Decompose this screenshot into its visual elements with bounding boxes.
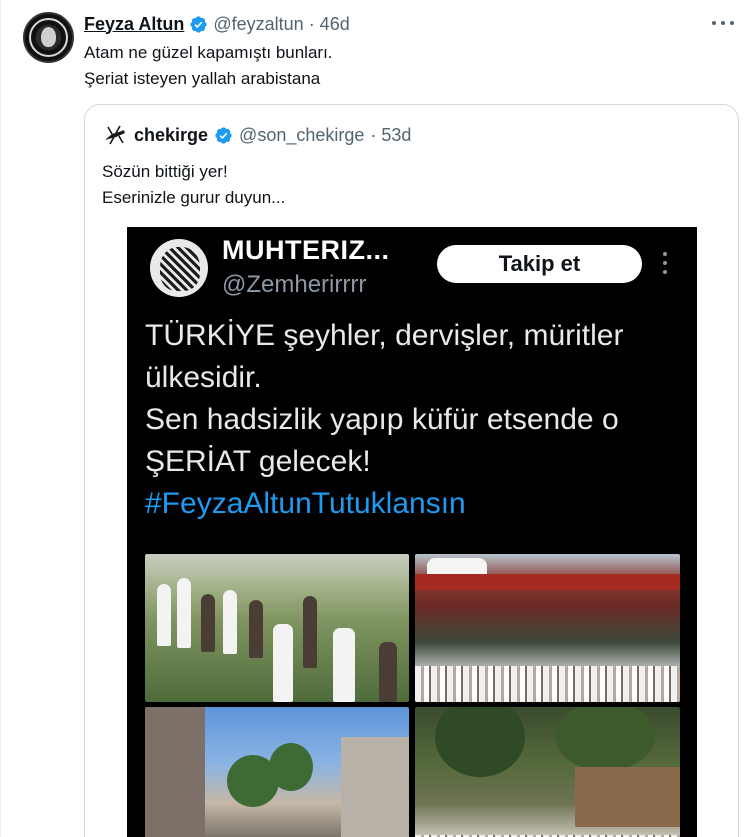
follow-button: Takip et: [437, 245, 642, 283]
embedded-avatar: [150, 239, 208, 297]
author-avatar[interactable]: [23, 12, 74, 63]
robed-figure: [303, 596, 317, 668]
tree: [435, 707, 525, 777]
more-options-icon: [663, 252, 667, 274]
quoted-tweet-header: chekirge @son_chekirge · 53d: [102, 122, 411, 148]
building: [341, 737, 409, 837]
more-dot: [721, 21, 725, 25]
more-dot: [663, 261, 667, 265]
embedded-tweet-screenshot[interactable]: MUHTERIZ... @Zemherirrrr Takip et TÜRKİY…: [127, 227, 697, 837]
robed-figure: [273, 624, 293, 702]
photo-street-crowd: [145, 707, 409, 837]
avatar-mask-image: [160, 247, 200, 291]
more-dot: [730, 21, 734, 25]
quoted-tweet[interactable]: chekirge @son_chekirge · 53d Sözün bitti…: [84, 104, 739, 837]
robed-figure: [333, 628, 355, 702]
avatar-portrait: [41, 27, 56, 47]
quoted-author-name[interactable]: chekirge: [134, 125, 208, 146]
tweet-timestamp[interactable]: · 46d: [309, 14, 350, 35]
quoted-author-handle[interactable]: @son_chekirge: [239, 125, 364, 146]
robed-figure: [201, 594, 215, 652]
embedded-text-line: TÜRKİYE şeyhler, dervişler, müritler: [145, 319, 624, 352]
photo-courtyard-procession: [145, 554, 409, 702]
verified-badge-icon: [190, 15, 207, 33]
robed-figure: [223, 590, 237, 654]
quoted-text-line: Sözün bittiği yer!: [102, 162, 228, 181]
tweet[interactable]: Feyza Altun @feyzaltun · 46d Atam ne güz…: [0, 0, 750, 837]
embedded-author-handle: @Zemherirrrr: [222, 271, 367, 298]
tweet-header: Feyza Altun @feyzaltun · 46d: [84, 13, 350, 35]
quoted-tweet-text: Sözün bittiği yer! Eserinizle gurur duyu…: [102, 159, 285, 211]
tweet-text: Atam ne güzel kapamıştı bunları. Şeriat …: [84, 40, 333, 92]
building-roof: [415, 574, 680, 590]
embedded-author-name: MUHTERIZ...: [222, 235, 390, 265]
robed-figure: [379, 642, 397, 702]
quoted-timestamp[interactable]: · 53d: [370, 125, 411, 146]
more-dot: [663, 270, 667, 274]
building: [145, 707, 205, 837]
embedded-text-line: Sen hadsizlik yapıp küfür etsende o: [145, 403, 619, 436]
grasshopper-avatar-icon[interactable]: [102, 122, 128, 148]
embedded-text-line: ŞERİAT gelecek!: [145, 445, 371, 478]
robed-figure: [157, 584, 171, 646]
tree: [269, 743, 313, 791]
more-options-icon[interactable]: [712, 14, 734, 32]
photo-garden-gathering: [415, 707, 680, 837]
author-handle[interactable]: @feyzaltun: [213, 14, 303, 35]
tweet-text-line: Şeriat isteyen yallah arabistana: [84, 69, 321, 88]
quoted-text-line: Eserinizle gurur duyun...: [102, 188, 286, 207]
more-dot: [663, 252, 667, 256]
robed-figure: [249, 600, 263, 658]
photo-tomb-crowd: [415, 554, 680, 702]
building: [575, 767, 680, 827]
author-name[interactable]: Feyza Altun: [84, 14, 184, 35]
tree: [555, 707, 655, 771]
crowd: [415, 666, 680, 702]
verified-badge-icon: [215, 126, 232, 144]
embedded-text-line: ülkesidir.: [145, 361, 262, 394]
more-dot: [712, 21, 716, 25]
hashtag-link: #FeyzaAltunTutuklansın: [145, 487, 466, 520]
embedded-tweet-text: TÜRKİYE şeyhler, dervişler, müritler ülk…: [145, 315, 690, 525]
robed-figure: [177, 578, 191, 648]
tweet-text-line: Atam ne güzel kapamıştı bunları.: [84, 43, 333, 62]
